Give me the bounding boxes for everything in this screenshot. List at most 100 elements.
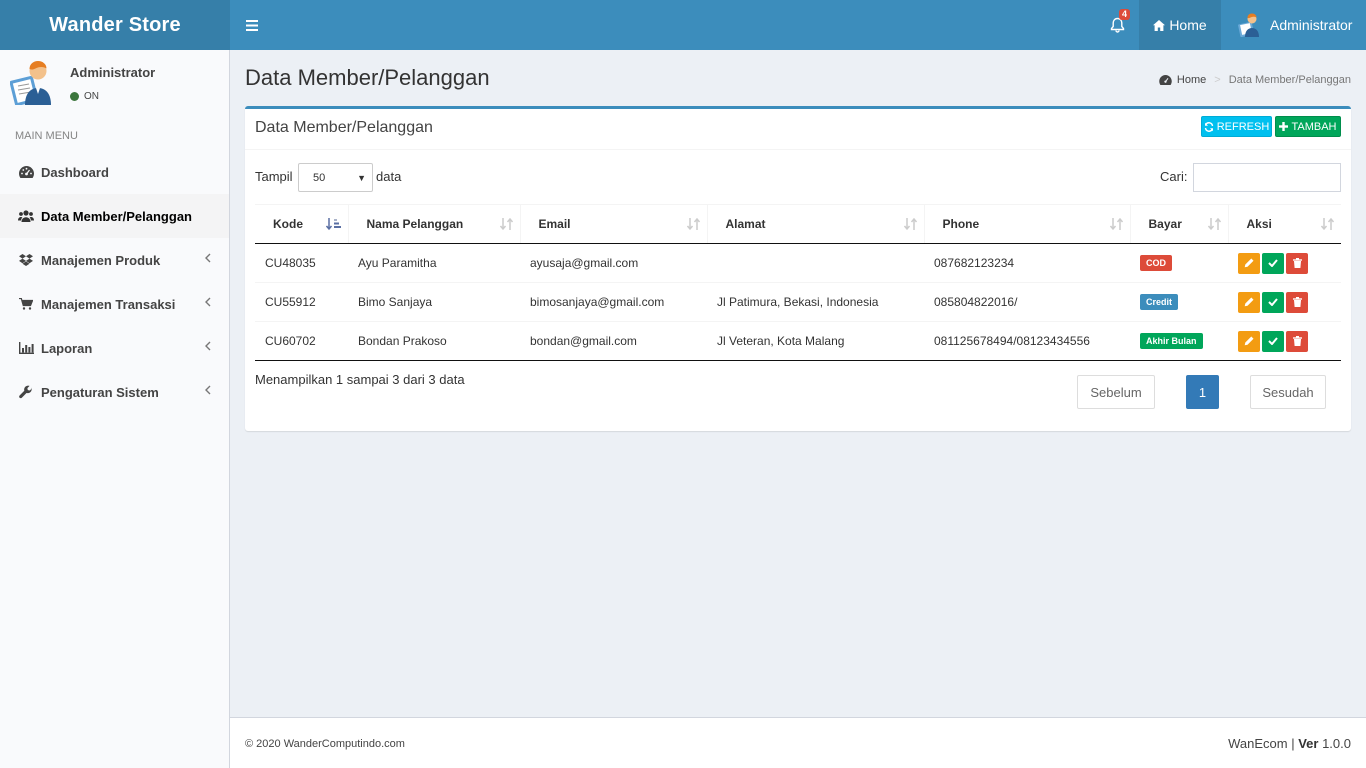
sidebar-item-laporan[interactable]: Laporan xyxy=(0,326,229,370)
edit-button[interactable] xyxy=(1238,252,1260,274)
cell-phone: 087682123234 xyxy=(924,243,1130,283)
cell-email: bondan@gmail.com xyxy=(520,321,707,361)
member-table: Kode Nama Pelanggan Email Alamat Phone B… xyxy=(255,204,1341,361)
table-row: CU60702 Bondan Prakoso bondan@gmail.com … xyxy=(255,321,1341,361)
cell-alamat xyxy=(707,243,924,283)
users-icon xyxy=(18,208,34,224)
add-label: TAMBAH xyxy=(1291,120,1337,133)
breadcrumb-home-link[interactable]: Home xyxy=(1177,74,1206,86)
cell-bayar: COD xyxy=(1130,243,1228,283)
column-header-alamat[interactable]: Alamat xyxy=(707,204,925,244)
chevron-left-icon xyxy=(205,385,211,395)
sidebar-item-dashboard[interactable]: Dashboard xyxy=(0,150,229,194)
cell-bayar: Credit xyxy=(1130,282,1228,322)
sidebar-item-label: Manajemen Produk xyxy=(41,252,161,268)
footer-version: WanEcom | Ver 1.0.0 xyxy=(1228,736,1351,751)
breadcrumb-separator: > xyxy=(1214,74,1221,86)
sort-asc-icon xyxy=(325,218,341,231)
search-input[interactable] xyxy=(1193,163,1341,192)
sort-icon xyxy=(1109,218,1123,231)
home-nav-button[interactable]: Home xyxy=(1139,0,1221,50)
column-header-phone[interactable]: Phone xyxy=(924,204,1131,244)
cell-aksi xyxy=(1228,321,1341,361)
sidebar-item-data-member[interactable]: Data Member/Pelanggan xyxy=(0,194,229,238)
cart-icon xyxy=(18,296,34,312)
sidebar-user-name: Administrator xyxy=(70,65,156,80)
delete-button[interactable] xyxy=(1286,291,1308,313)
confirm-button[interactable] xyxy=(1262,330,1284,352)
next-page-button[interactable]: Sesudah xyxy=(1250,375,1326,409)
page-length-select[interactable]: 50 ▼ xyxy=(298,163,373,192)
pencil-icon xyxy=(1244,336,1254,346)
user-panel: Administrator ON xyxy=(0,50,229,120)
cell-nama: Ayu Paramitha xyxy=(348,243,520,283)
caret-down-icon: ▼ xyxy=(357,173,366,183)
home-nav-label: Home xyxy=(1169,17,1207,33)
sort-icon xyxy=(1321,218,1335,231)
cell-kode: CU48035 xyxy=(255,243,348,283)
edit-button[interactable] xyxy=(1238,291,1260,313)
confirm-button[interactable] xyxy=(1262,291,1284,313)
column-header-kode[interactable]: Kode xyxy=(255,204,349,244)
page-1-button[interactable]: 1 xyxy=(1186,375,1219,409)
user-status-text: ON xyxy=(84,91,99,102)
payment-badge: Credit xyxy=(1140,294,1179,310)
payment-badge: Akhir Bulan xyxy=(1140,333,1203,349)
cell-email: bimosanjaya@gmail.com xyxy=(520,282,707,322)
column-header-bayar[interactable]: Bayar xyxy=(1130,204,1229,244)
user-avatar-icon xyxy=(10,61,51,105)
user-status: ON xyxy=(70,91,99,102)
cell-kode: CU55912 xyxy=(255,282,348,322)
delete-button[interactable] xyxy=(1286,330,1308,352)
refresh-label: REFRESH xyxy=(1216,120,1270,133)
dashboard-icon xyxy=(18,164,34,180)
table-header-row: Kode Nama Pelanggan Email Alamat Phone B… xyxy=(255,204,1341,244)
table-row: CU55912 Bimo Sanjaya bimosanjaya@gmail.c… xyxy=(255,282,1341,322)
column-header-nama[interactable]: Nama Pelanggan xyxy=(348,204,521,244)
menu-header: MAIN MENU xyxy=(15,130,78,142)
previous-page-button[interactable]: Sebelum xyxy=(1077,375,1155,409)
box-header: Data Member/Pelanggan REFRESH TAMBAH xyxy=(245,109,1351,150)
length-label: Tampil xyxy=(255,169,293,184)
check-icon xyxy=(1268,259,1278,267)
breadcrumb-current: Data Member/Pelanggan xyxy=(1228,74,1351,86)
sidebar-toggle-button[interactable] xyxy=(230,0,274,50)
edit-button[interactable] xyxy=(1238,330,1260,352)
page-title: Data Member/Pelanggan xyxy=(245,65,490,90)
refresh-button[interactable]: REFRESH xyxy=(1201,116,1272,137)
sidebar-item-label: Data Member/Pelanggan xyxy=(41,208,192,224)
dashboard-icon xyxy=(1159,75,1172,85)
confirm-button[interactable] xyxy=(1262,252,1284,274)
table-row: CU48035 Ayu Paramitha ayusaja@gmail.com … xyxy=(255,243,1341,283)
wrench-icon xyxy=(18,384,34,400)
column-header-email[interactable]: Email xyxy=(520,204,708,244)
trash-icon xyxy=(1292,336,1302,346)
user-avatar-icon xyxy=(1238,13,1259,37)
check-icon xyxy=(1268,337,1278,345)
trash-icon xyxy=(1292,258,1302,268)
top-navbar: Wander Store 4 Home Administrator xyxy=(0,0,1366,50)
refresh-icon xyxy=(1204,121,1213,132)
sort-icon xyxy=(686,218,700,231)
sidebar: Administrator ON MAIN MENU Dashboard Dat… xyxy=(0,50,230,768)
sort-icon xyxy=(499,218,513,231)
sort-icon xyxy=(903,218,917,231)
cell-alamat: Jl Patimura, Bekasi, Indonesia xyxy=(707,282,924,322)
cell-alamat: Jl Veteran, Kota Malang xyxy=(707,321,924,361)
member-table-box: Data Member/Pelanggan REFRESH TAMBAH Tam… xyxy=(245,106,1351,431)
column-header-aksi[interactable]: Aksi xyxy=(1228,204,1341,244)
brand-logo[interactable]: Wander Store xyxy=(0,0,230,50)
add-member-button[interactable]: TAMBAH xyxy=(1275,116,1341,137)
sidebar-item-pengaturan-sistem[interactable]: Pengaturan Sistem xyxy=(0,370,229,414)
user-menu-button[interactable]: Administrator xyxy=(1221,0,1366,50)
sidebar-item-manajemen-transaksi[interactable]: Manajemen Transaksi xyxy=(0,282,229,326)
chevron-left-icon xyxy=(205,341,211,351)
box-title: Data Member/Pelanggan xyxy=(255,119,433,136)
sidebar-item-manajemen-produk[interactable]: Manajemen Produk xyxy=(0,238,229,282)
cell-nama: Bimo Sanjaya xyxy=(348,282,520,322)
delete-button[interactable] xyxy=(1286,252,1308,274)
chevron-left-icon xyxy=(205,297,211,307)
footer-copyright: © 2020 WanderComputindo.com xyxy=(245,738,405,750)
bar-chart-icon xyxy=(18,340,34,356)
notifications-button[interactable]: 4 xyxy=(1095,0,1139,50)
